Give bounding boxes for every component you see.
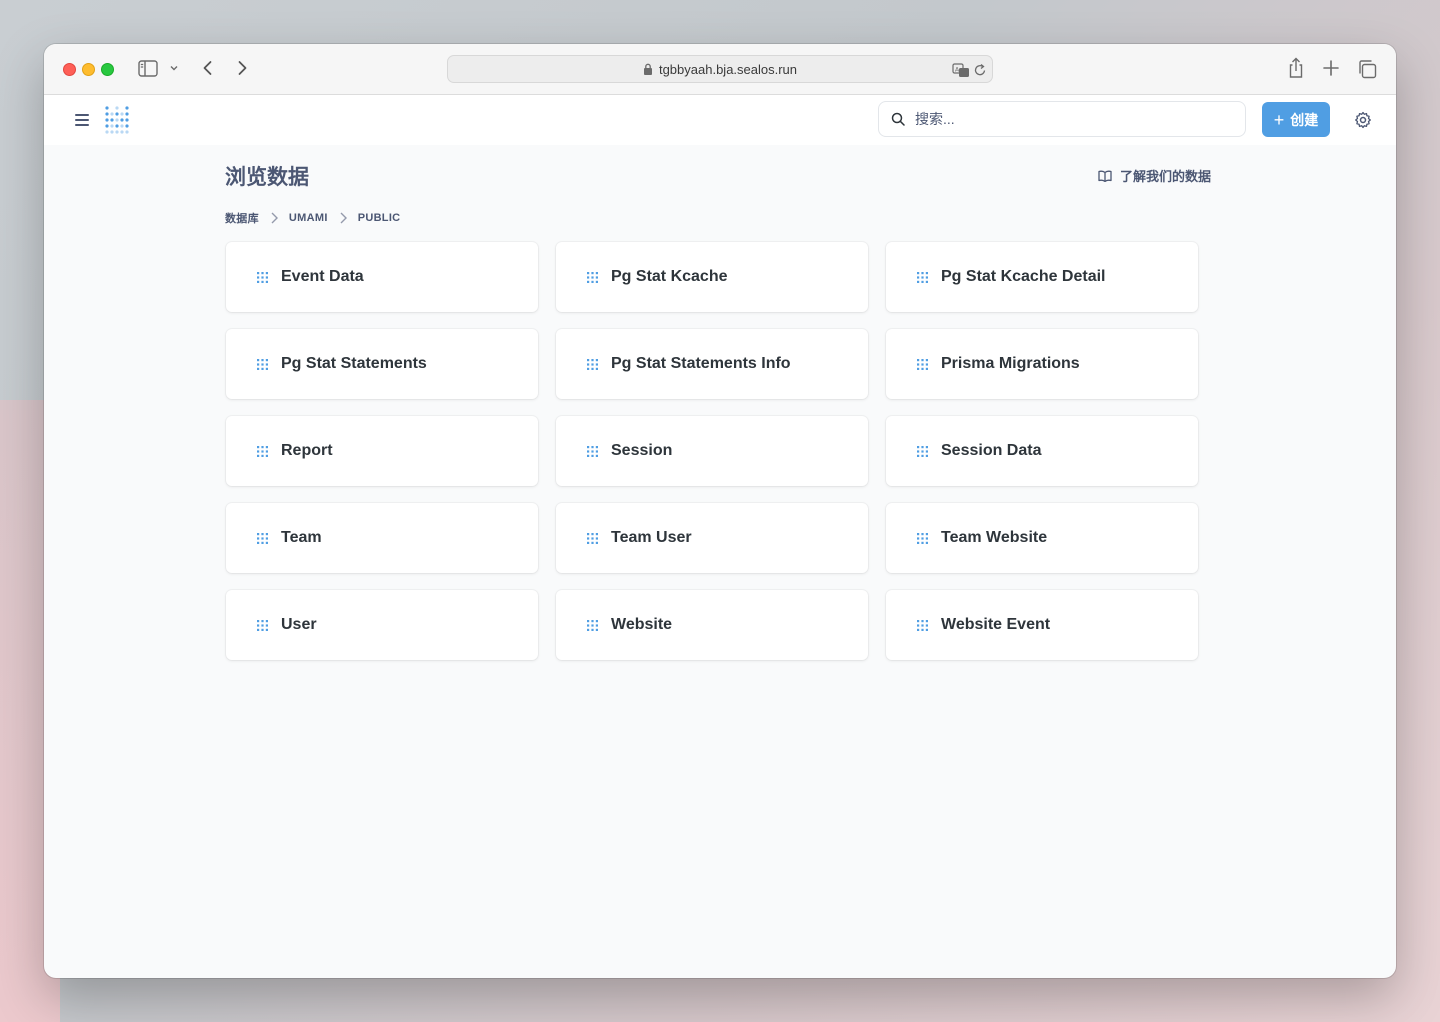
table-icon xyxy=(587,445,598,457)
url-text: tgbbyaah.bja.sealos.run xyxy=(658,61,798,77)
table-card-event-data[interactable]: Event Data xyxy=(226,242,538,312)
chevron-right-icon xyxy=(340,212,347,224)
table-icon xyxy=(917,271,928,283)
table-card-label: Event Data xyxy=(281,268,364,285)
table-card-session-data[interactable]: Session Data xyxy=(886,416,1198,486)
search-box[interactable] xyxy=(878,101,1246,137)
table-card-team-website[interactable]: Team Website xyxy=(886,503,1198,573)
table-card-website-event[interactable]: Website Event xyxy=(886,590,1198,660)
table-icon xyxy=(257,619,268,631)
table-card-label: Team xyxy=(281,529,322,546)
table-card-label: Prisma Migrations xyxy=(941,355,1080,372)
create-button[interactable]: + 创建 xyxy=(1262,102,1330,137)
gear-icon[interactable] xyxy=(1354,111,1372,129)
search-icon xyxy=(891,112,905,126)
browser-window: tgbbyaah.bja.sealos.run A 搜索... + 创建 浏览数… xyxy=(44,44,1396,978)
app-header: + 创建 xyxy=(44,95,1396,145)
table-card-label: Pg Stat Kcache Detail xyxy=(941,268,1106,285)
breadcrumb-item-umami[interactable]: UMAMI xyxy=(289,212,328,224)
table-card-pg-stat-kcache[interactable]: Pg Stat Kcache xyxy=(556,242,868,312)
book-icon xyxy=(1098,170,1112,182)
table-card-label: Website Event xyxy=(941,616,1051,633)
chevron-right-icon xyxy=(271,212,278,224)
breadcrumb-item-public: PUBLIC xyxy=(357,212,401,224)
table-card-pg-stat-statements[interactable]: Pg Stat Statements xyxy=(226,329,538,399)
minimize-window-button[interactable] xyxy=(82,63,95,76)
table-card-label: User xyxy=(281,616,317,633)
breadcrumb: 数据库 UMAMI PUBLIC xyxy=(225,210,400,226)
tab-overview-icon[interactable] xyxy=(1357,59,1377,79)
table-icon xyxy=(257,532,268,544)
table-card-label: Pg Stat Statements Info xyxy=(611,355,791,372)
back-arrow-icon[interactable] xyxy=(198,58,218,78)
table-grid: Event Data Pg Stat Kcache Pg Stat Kcache… xyxy=(226,242,1198,660)
share-icon[interactable] xyxy=(1286,57,1306,79)
close-window-button[interactable] xyxy=(63,63,76,76)
table-card-label: Session xyxy=(611,442,673,459)
table-card-pg-stat-kcache-detail[interactable]: Pg Stat Kcache Detail xyxy=(886,242,1198,312)
page-title: 浏览数据 xyxy=(225,166,309,189)
forward-arrow-icon[interactable] xyxy=(232,58,252,78)
table-card-label: Website xyxy=(611,616,673,633)
table-card-pg-stat-statements-info[interactable]: Pg Stat Statements Info xyxy=(556,329,868,399)
table-card-team[interactable]: Team xyxy=(226,503,538,573)
plus-icon[interactable] xyxy=(1322,59,1340,77)
table-card-label: Pg Stat Statements xyxy=(281,355,427,372)
table-card-label: Pg Stat Kcache xyxy=(611,268,728,285)
table-icon xyxy=(587,271,598,283)
table-icon xyxy=(587,532,598,544)
table-card-label: Report xyxy=(281,442,333,459)
table-card-website[interactable]: Website xyxy=(556,590,868,660)
table-card-prisma-migrations[interactable]: Prisma Migrations xyxy=(886,329,1198,399)
table-icon xyxy=(587,358,598,370)
search-input[interactable] xyxy=(915,111,1215,127)
table-icon xyxy=(917,445,928,457)
table-card-team-user[interactable]: Team User xyxy=(556,503,868,573)
table-icon xyxy=(257,358,268,370)
lock-icon xyxy=(643,63,652,75)
table-card-session[interactable]: Session xyxy=(556,416,868,486)
table-icon xyxy=(917,619,928,631)
reload-icon[interactable] xyxy=(973,62,987,78)
address-bar[interactable]: tgbbyaah.bja.sealos.run A xyxy=(447,55,993,83)
plus-icon: + xyxy=(1273,109,1285,130)
table-card-label: Session Data xyxy=(941,442,1042,459)
learn-link-label: 了解我们的数据 xyxy=(1120,169,1212,184)
table-icon xyxy=(917,358,928,370)
table-icon xyxy=(587,619,598,631)
zoom-window-button[interactable] xyxy=(101,63,114,76)
table-icon xyxy=(257,445,268,457)
create-button-label: 创建 xyxy=(1290,111,1319,128)
translate-icon[interactable]: A xyxy=(952,62,970,78)
menu-icon[interactable] xyxy=(75,112,89,128)
table-icon xyxy=(917,532,928,544)
chevron-down-icon[interactable] xyxy=(168,62,180,74)
breadcrumb-item-database[interactable]: 数据库 xyxy=(225,210,259,226)
metabase-logo[interactable] xyxy=(104,105,130,135)
table-card-label: Team Website xyxy=(941,529,1048,546)
table-icon xyxy=(257,271,268,283)
browser-toolbar: tgbbyaah.bja.sealos.run A xyxy=(44,44,1396,95)
table-card-user[interactable]: User xyxy=(226,590,538,660)
sidebar-toggle-icon[interactable] xyxy=(138,60,158,77)
table-card-label: Team User xyxy=(611,529,692,546)
table-card-report[interactable]: Report xyxy=(226,416,538,486)
learn-about-data-link[interactable]: 了解我们的数据 xyxy=(1098,166,1211,185)
